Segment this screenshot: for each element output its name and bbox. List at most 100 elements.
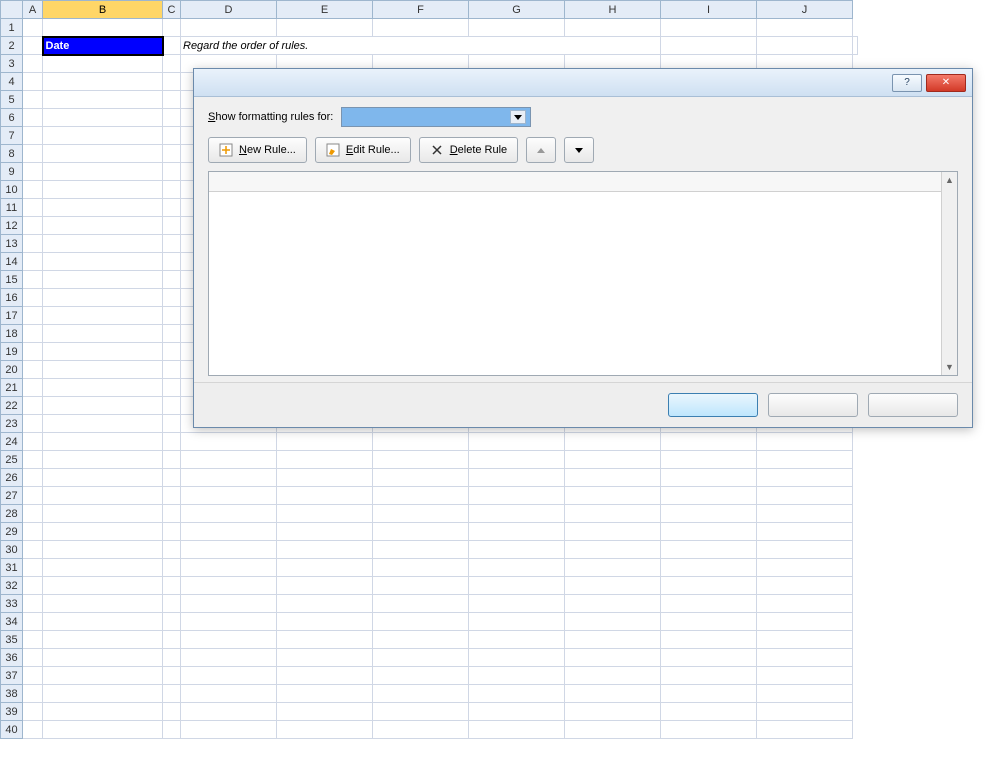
cell-J39[interactable] (757, 703, 853, 721)
cell-F28[interactable] (373, 505, 469, 523)
cell-H2[interactable] (757, 37, 853, 55)
row-header-20[interactable]: 20 (1, 361, 23, 379)
cell-C35[interactable] (163, 631, 181, 649)
row-header-32[interactable]: 32 (1, 577, 23, 595)
cell-G25[interactable] (469, 451, 565, 469)
cell-A31[interactable] (23, 559, 43, 577)
cell-B20[interactable] (43, 361, 163, 379)
cell-H39[interactable] (565, 703, 661, 721)
row-header-23[interactable]: 23 (1, 415, 23, 433)
cell-A17[interactable] (23, 307, 43, 325)
row-header-10[interactable]: 10 (1, 181, 23, 199)
cell-A38[interactable] (23, 685, 43, 703)
row-header-13[interactable]: 13 (1, 235, 23, 253)
cell-G40[interactable] (469, 721, 565, 739)
cell-D31[interactable] (181, 559, 277, 577)
row-header-38[interactable]: 38 (1, 685, 23, 703)
cell-E35[interactable] (277, 631, 373, 649)
edit-rule-button[interactable]: Edit Rule... (315, 137, 411, 163)
cell-A1[interactable] (23, 19, 43, 37)
cell-H31[interactable] (565, 559, 661, 577)
cell-F34[interactable] (373, 613, 469, 631)
row-header-24[interactable]: 24 (1, 433, 23, 451)
cell-B17[interactable] (43, 307, 163, 325)
vertical-scrollbar[interactable]: ▲ ▼ (941, 172, 957, 375)
row-header-40[interactable]: 40 (1, 721, 23, 739)
row-header-6[interactable]: 6 (1, 109, 23, 127)
cell-C20[interactable] (163, 361, 181, 379)
cell-C8[interactable] (163, 145, 181, 163)
cell-B8[interactable] (43, 145, 163, 163)
cell-A22[interactable] (23, 397, 43, 415)
cell-C6[interactable] (163, 109, 181, 127)
row-header-34[interactable]: 34 (1, 613, 23, 631)
cell-C10[interactable] (163, 181, 181, 199)
cell-C22[interactable] (163, 397, 181, 415)
cell-E32[interactable] (277, 577, 373, 595)
cell-D37[interactable] (181, 667, 277, 685)
cell-B34[interactable] (43, 613, 163, 631)
cell-J25[interactable] (757, 451, 853, 469)
cell-A4[interactable] (23, 73, 43, 91)
cell-F25[interactable] (373, 451, 469, 469)
cell-B15[interactable] (43, 271, 163, 289)
cell-H30[interactable] (565, 541, 661, 559)
cell-H33[interactable] (565, 595, 661, 613)
cell-A27[interactable] (23, 487, 43, 505)
cell-G38[interactable] (469, 685, 565, 703)
cell-B16[interactable] (43, 289, 163, 307)
move-up-button[interactable] (526, 137, 556, 163)
cell-B38[interactable] (43, 685, 163, 703)
cell-J24[interactable] (757, 433, 853, 451)
row-header-3[interactable]: 3 (1, 55, 23, 73)
row-header-33[interactable]: 33 (1, 595, 23, 613)
cell-C11[interactable] (163, 199, 181, 217)
cell-C25[interactable] (163, 451, 181, 469)
cell-B12[interactable] (43, 217, 163, 235)
cell-C14[interactable] (163, 253, 181, 271)
cell-I32[interactable] (661, 577, 757, 595)
apply-button[interactable] (868, 393, 958, 417)
cell-B7[interactable] (43, 127, 163, 145)
col-header-H[interactable]: H (565, 1, 661, 19)
cell-C4[interactable] (163, 73, 181, 91)
cell-G35[interactable] (469, 631, 565, 649)
cell-B33[interactable] (43, 595, 163, 613)
row-header-35[interactable]: 35 (1, 631, 23, 649)
row-header-2[interactable]: 2 (1, 37, 23, 55)
cell-B29[interactable] (43, 523, 163, 541)
cell-H25[interactable] (565, 451, 661, 469)
cell-B22[interactable] (43, 397, 163, 415)
cell-A25[interactable] (23, 451, 43, 469)
cell-B14[interactable] (43, 253, 163, 271)
cell-D29[interactable] (181, 523, 277, 541)
cell-I35[interactable] (661, 631, 757, 649)
cell-J32[interactable] (757, 577, 853, 595)
cell-G27[interactable] (469, 487, 565, 505)
cell-G24[interactable] (469, 433, 565, 451)
cell-D34[interactable] (181, 613, 277, 631)
cell-G34[interactable] (469, 613, 565, 631)
cell-C29[interactable] (163, 523, 181, 541)
cell-D40[interactable] (181, 721, 277, 739)
cell-B25[interactable] (43, 451, 163, 469)
cell-J26[interactable] (757, 469, 853, 487)
row-header-4[interactable]: 4 (1, 73, 23, 91)
row-header-39[interactable]: 39 (1, 703, 23, 721)
cell-D2[interactable]: Regard the order of rules. (181, 37, 661, 55)
cell-I28[interactable] (661, 505, 757, 523)
cell-C15[interactable] (163, 271, 181, 289)
cell-E27[interactable] (277, 487, 373, 505)
close-x-button[interactable]: ✕ (926, 74, 966, 92)
cell-D1[interactable] (181, 19, 277, 37)
cell-G36[interactable] (469, 649, 565, 667)
cell-F32[interactable] (373, 577, 469, 595)
cell-E28[interactable] (277, 505, 373, 523)
col-header-C[interactable]: C (163, 1, 181, 19)
row-header-16[interactable]: 16 (1, 289, 23, 307)
cell-B10[interactable] (43, 181, 163, 199)
cell-B5[interactable] (43, 91, 163, 109)
cell-C27[interactable] (163, 487, 181, 505)
cell-I40[interactable] (661, 721, 757, 739)
cell-A40[interactable] (23, 721, 43, 739)
